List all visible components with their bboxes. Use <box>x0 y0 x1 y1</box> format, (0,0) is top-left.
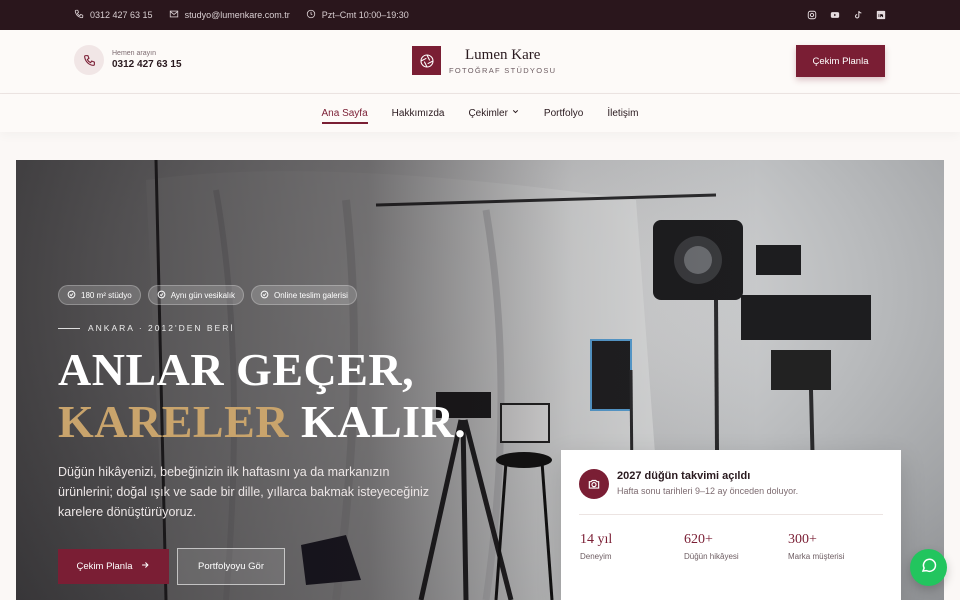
brand-subtitle: FOTOĞRAF STÜDYOSU <box>449 65 557 75</box>
hero-lead: Düğün hikâyenizi, bebeğinizin ilk haftas… <box>58 465 430 519</box>
social-links <box>806 0 886 30</box>
whatsapp-button[interactable] <box>910 549 947 586</box>
hero-headline: ANLAR GEÇER, KARELER KALIR. <box>58 344 466 448</box>
hero-features: 180 m² stüdyo Aynı gün vesikalık Online … <box>58 285 357 305</box>
hero-cta-button[interactable]: Çekim Planla <box>58 549 169 584</box>
check-circle-icon <box>260 290 269 301</box>
chevron-down-icon <box>511 107 520 119</box>
arrow-right-icon <box>140 560 150 573</box>
call-block[interactable]: Hemen arayın 0312 427 63 15 <box>74 45 182 75</box>
clock-icon <box>306 9 316 21</box>
topbar-phone-text: 0312 427 63 15 <box>90 10 153 20</box>
topbar-email-text: studyo@lumenkare.com.tr <box>184 10 290 20</box>
stat-weddings: 620+ Düğün hikâyesi <box>684 532 739 561</box>
hero-cta-label: Çekim Planla <box>76 561 133 572</box>
stat-label: Deneyim <box>580 552 612 561</box>
chat-bubble-icon <box>920 556 938 579</box>
top-bar: 0312 427 63 15 studyo@lumenkare.com.tr P… <box>0 0 960 30</box>
topbar-hours: Pzt–Cmt 10:00–19:30 <box>306 9 409 21</box>
tiktok-icon[interactable] <box>852 10 863 21</box>
stat-value: 14 yıl <box>580 532 613 547</box>
headline-gold: KARELER <box>58 396 289 447</box>
site-header: Hemen arayın 0312 427 63 15 Lumen Kare F… <box>0 30 960 94</box>
card-title: 2027 düğün takvimi açıldı <box>617 470 751 482</box>
feature-chip-label: Aynı gün vesikalık <box>170 290 236 300</box>
mail-icon <box>169 9 179 21</box>
nav-item-home[interactable]: Ana Sayfa <box>321 94 368 132</box>
phone-icon <box>74 9 84 21</box>
stat-label: Düğün hikâyesi <box>684 552 739 561</box>
check-circle-icon <box>157 290 166 301</box>
linkedin-icon[interactable] <box>875 10 886 21</box>
header-cta-button[interactable]: Çekim Planla <box>796 45 885 77</box>
stat-value: 620+ <box>684 532 713 547</box>
phone-icon <box>74 45 104 75</box>
feature-chip: 180 m² stüdyo <box>58 285 141 305</box>
youtube-icon[interactable] <box>829 10 840 21</box>
nav-item-portfolio[interactable]: Portfolyo <box>544 94 583 132</box>
topbar-email[interactable]: studyo@lumenkare.com.tr <box>169 9 290 21</box>
hero-eyebrow: ANKARA · 2012'DEN BERİ <box>58 323 235 333</box>
camera-icon <box>579 469 609 499</box>
feature-chip-label: Online teslim galerisi <box>274 290 348 300</box>
contact-info: 0312 427 63 15 studyo@lumenkare.com.tr P… <box>74 0 409 30</box>
stat-brands: 300+ Marka müşterisi <box>788 532 844 561</box>
instagram-icon[interactable] <box>806 10 817 21</box>
headline-rest: KALIR. <box>288 396 467 447</box>
main-nav: Ana Sayfa Hakkımızda Çekimler Portfolyo … <box>0 94 960 132</box>
headline-line-1: ANLAR GEÇER, <box>58 344 415 395</box>
stat-label: Marka müşterisi <box>788 552 845 561</box>
card-subtitle: Hafta sonu tarihleri 9–12 ay önceden dol… <box>617 486 799 496</box>
call-phone: 0312 427 63 15 <box>112 59 182 70</box>
eyebrow-text: ANKARA · 2012'DEN BERİ <box>88 323 235 333</box>
aperture-icon <box>412 46 441 75</box>
check-circle-icon <box>67 290 76 301</box>
nav-item-contact[interactable]: İletişim <box>607 94 638 132</box>
brand-logo[interactable]: Lumen Kare FOTOĞRAF STÜDYOSU <box>412 46 556 75</box>
portfolio-button[interactable]: Portfolyoyu Gör <box>177 548 285 585</box>
announcement-card: 2027 düğün takvimi açıldı Hafta sonu tar… <box>561 450 901 600</box>
nav-item-shoots-label: Çekimler <box>468 107 508 119</box>
stat-value: 300+ <box>788 532 817 547</box>
call-label: Hemen arayın <box>112 50 156 57</box>
topbar-phone[interactable]: 0312 427 63 15 <box>74 9 153 21</box>
brand-name: Lumen Kare <box>465 46 541 63</box>
topbar-hours-text: Pzt–Cmt 10:00–19:30 <box>321 10 409 20</box>
nav-item-shoots[interactable]: Çekimler <box>468 94 519 132</box>
eyebrow-line <box>58 327 80 329</box>
nav-item-about[interactable]: Hakkımızda <box>392 94 445 132</box>
card-divider <box>579 514 883 515</box>
feature-chip: Online teslim galerisi <box>251 285 357 305</box>
stat-experience: 14 yıl Deneyim <box>580 532 612 561</box>
feature-chip: Aynı gün vesikalık <box>147 285 245 305</box>
feature-chip-label: 180 m² stüdyo <box>81 290 132 300</box>
